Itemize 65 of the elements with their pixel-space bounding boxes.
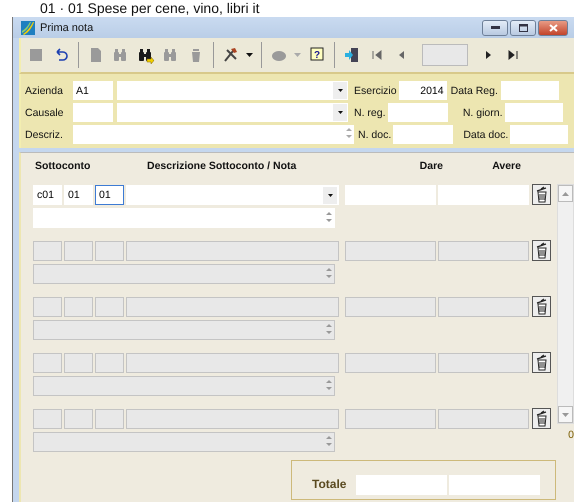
- journal-number-field[interactable]: [504, 103, 563, 122]
- document-date-field[interactable]: [510, 125, 568, 144]
- caret-icon: [338, 89, 342, 92]
- field-label: N. giorn.: [462, 106, 503, 118]
- row-count: 0: [568, 429, 574, 441]
- maximize-icon: [518, 24, 528, 32]
- spinner-icon: [326, 323, 332, 335]
- minimize-icon: [490, 26, 500, 29]
- year-field[interactable]: 2014: [398, 81, 447, 100]
- close-button[interactable]: [538, 20, 568, 36]
- note-field[interactable]: [33, 432, 335, 452]
- account-code-field[interactable]: 01: [95, 184, 124, 204]
- field-label: Data Reg.: [450, 84, 498, 96]
- spinner-icon: [326, 211, 332, 223]
- scrollbar[interactable]: [557, 184, 574, 424]
- account-code-field[interactable]: 01: [64, 184, 93, 204]
- account-dropdown[interactable]: [126, 352, 339, 372]
- caret-icon: [338, 111, 342, 114]
- company-code-field[interactable]: A1: [73, 81, 113, 100]
- reason-code-field[interactable]: [73, 103, 113, 122]
- scroll-down-button[interactable]: [558, 406, 573, 423]
- down-arrow-icon: [562, 412, 569, 416]
- field-label: Azienda: [25, 84, 64, 96]
- registration-number-field[interactable]: [388, 103, 448, 122]
- close-icon: [548, 24, 558, 32]
- column-header: Descrizione Sottoconto / Nota: [147, 160, 298, 172]
- spinner-icon: [346, 127, 352, 139]
- account-dropdown[interactable]: [126, 296, 339, 316]
- delete-row-button[interactable]: [532, 408, 551, 429]
- column-header: Dare: [418, 160, 443, 172]
- delete-row-button[interactable]: [532, 352, 551, 373]
- account-dropdown[interactable]: [126, 408, 339, 428]
- description-field[interactable]: [73, 125, 354, 144]
- field-label: Descriz.: [25, 128, 64, 140]
- minimize-button[interactable]: [482, 20, 508, 36]
- account-code-field[interactable]: c01: [33, 184, 62, 204]
- company-dropdown[interactable]: [117, 81, 348, 100]
- account-dropdown[interactable]: [126, 240, 339, 260]
- document-number-field[interactable]: [393, 125, 454, 144]
- spinner-icon: [326, 267, 332, 279]
- field-label: Esercizio: [354, 84, 397, 96]
- note-field[interactable]: [33, 376, 335, 396]
- maximize-button[interactable]: [510, 20, 536, 36]
- delete-row-button[interactable]: [532, 184, 551, 205]
- spinner-icon: [326, 435, 332, 447]
- delete-row-button[interactable]: [532, 296, 551, 317]
- column-header: Sottoconto: [34, 160, 92, 172]
- up-arrow-icon: [562, 192, 569, 196]
- spinner-icon: [326, 379, 332, 391]
- field-label: Causale: [25, 106, 65, 118]
- date-field[interactable]: [500, 81, 559, 100]
- caret-icon: [328, 194, 332, 196]
- delete-row-button[interactable]: [532, 240, 551, 261]
- note-field[interactable]: [33, 264, 335, 284]
- app-icon: [21, 20, 35, 34]
- reason-dropdown[interactable]: [117, 103, 348, 122]
- column-header: Avere: [491, 160, 521, 172]
- caption-text: 01 · 01 Spese per cene, vino, libri it: [39, 0, 260, 17]
- totals-label: Totale: [312, 477, 346, 491]
- field-label: Data doc.: [463, 128, 508, 140]
- field-label: N. reg.: [354, 106, 386, 118]
- window-title: Prima nota: [40, 22, 94, 34]
- note-field[interactable]: [33, 320, 335, 340]
- field-label: N. doc.: [358, 128, 392, 140]
- scroll-up-button[interactable]: [558, 185, 573, 202]
